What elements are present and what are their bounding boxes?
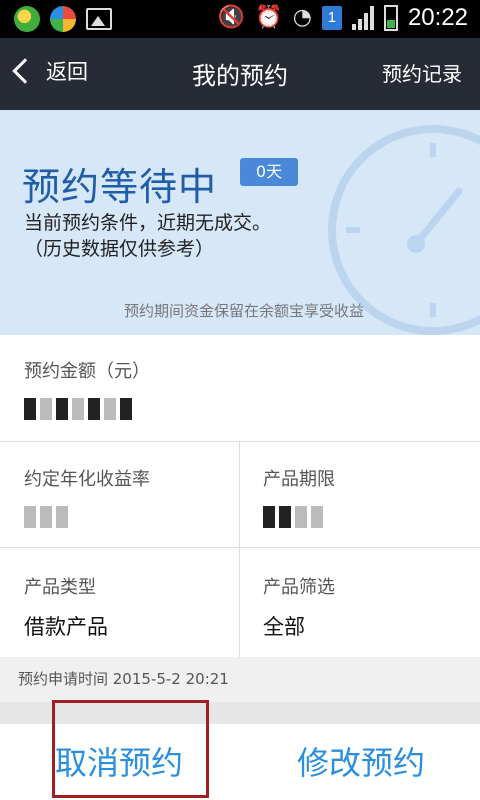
alarm-icon: ⏰ — [255, 5, 283, 30]
status-desc-line2: （历史数据仅供参考） — [24, 238, 215, 260]
status-bar: 🔇 ⏰ ◔ 1 20:22 — [0, 0, 480, 38]
app-store-icon — [50, 6, 76, 32]
sim-badge: 1 — [321, 6, 342, 30]
fund-note: 预约期间资金保留在余额宝享受收益 — [124, 302, 365, 320]
type-value: 借款产品 — [24, 615, 108, 639]
notification-icons — [14, 6, 112, 32]
signal-icon — [351, 6, 374, 30]
gallery-icon — [86, 8, 112, 30]
term-cell: 产品期限 — [263, 465, 335, 529]
battery-icon — [383, 5, 398, 31]
amount-value-redacted — [24, 397, 150, 421]
filter-value: 全部 — [263, 615, 305, 639]
status-description: 当前预约条件，近期无成交。 （历史数据仅供参考） — [24, 210, 271, 262]
nav-bar: 返回 我的预约 预约记录 — [0, 38, 480, 110]
highlight-box — [52, 700, 209, 798]
rate-value-redacted — [24, 505, 150, 529]
rate-label: 约定年化收益率 — [24, 469, 150, 490]
type-cell: 产品类型 借款产品 — [24, 573, 108, 641]
term-label: 产品期限 — [263, 469, 335, 490]
rate-cell: 约定年化收益率 — [24, 465, 150, 529]
type-label: 产品类型 — [24, 577, 96, 598]
divider — [0, 441, 480, 442]
filter-label: 产品筛选 — [263, 577, 335, 598]
clock-time: 20:22 — [407, 4, 468, 31]
amount-cell: 预约金额（元） — [24, 357, 150, 421]
status-title: 预约等待中 — [22, 165, 218, 209]
mute-icon: 🔇 — [217, 5, 246, 30]
system-icons: 🔇 ⏰ ◔ 1 20:22 — [218, 4, 468, 32]
modify-booking-button[interactable]: 修改预约 — [297, 738, 425, 784]
divider — [239, 441, 240, 547]
booking-history-link[interactable]: 预约记录 — [382, 58, 462, 87]
wifi-icon: ◔ — [292, 5, 312, 30]
apply-time: 预约申请时间 2015-5-2 20:21 — [18, 670, 229, 688]
days-badge: 0天 — [240, 158, 298, 186]
status-panel: 预约等待中 0天 当前预约条件，近期无成交。 （历史数据仅供参考） 预约期间资金… — [0, 110, 480, 335]
divider — [239, 547, 240, 657]
divider — [0, 547, 480, 548]
status-desc-line1: 当前预约条件，近期无成交。 — [24, 212, 272, 234]
filter-cell: 产品筛选 全部 — [263, 573, 335, 641]
term-value-redacted — [263, 505, 335, 529]
security-app-icon — [14, 6, 40, 32]
amount-label: 预约金额（元） — [24, 361, 150, 382]
booking-details: 预约金额（元） 约定年化收益率 产品期限 产品类型 借款产品 产品筛选 全部 — [0, 335, 480, 657]
